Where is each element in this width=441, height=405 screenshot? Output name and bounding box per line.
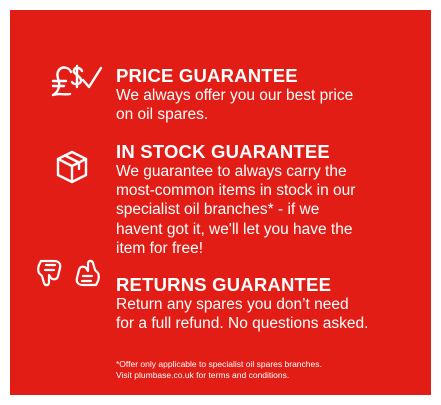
in-stock-guarantee-title: IN STOCK GUARANTEE — [116, 141, 330, 162]
price-guarantee: PRICE GUARANTEE We always offer you our … — [116, 66, 417, 124]
thumbs-up-down-icon — [36, 256, 102, 290]
returns-guarantee-title: RETURNS GUARANTEE — [116, 274, 332, 295]
in-stock-guarantee: IN STOCK GUARANTEE We guarantee to alway… — [116, 142, 417, 258]
box-icon — [54, 149, 90, 189]
footnote: *Offer only applicable to specialist oil… — [116, 359, 322, 380]
in-stock-guarantee-text: We guarantee to always carry the most-co… — [116, 163, 356, 257]
returns-guarantee-text: Return any spares you don’t need for a f… — [116, 296, 369, 333]
returns-guarantee: RETURNS GUARANTEE Return any spares you … — [116, 275, 417, 333]
guarantees-panel: PRICE GUARANTEE We always offer you our … — [10, 10, 431, 395]
currency-check-icon — [49, 63, 107, 101]
price-guarantee-text: We always offer you our best price on oi… — [116, 87, 354, 124]
price-guarantee-title: PRICE GUARANTEE — [116, 65, 298, 86]
